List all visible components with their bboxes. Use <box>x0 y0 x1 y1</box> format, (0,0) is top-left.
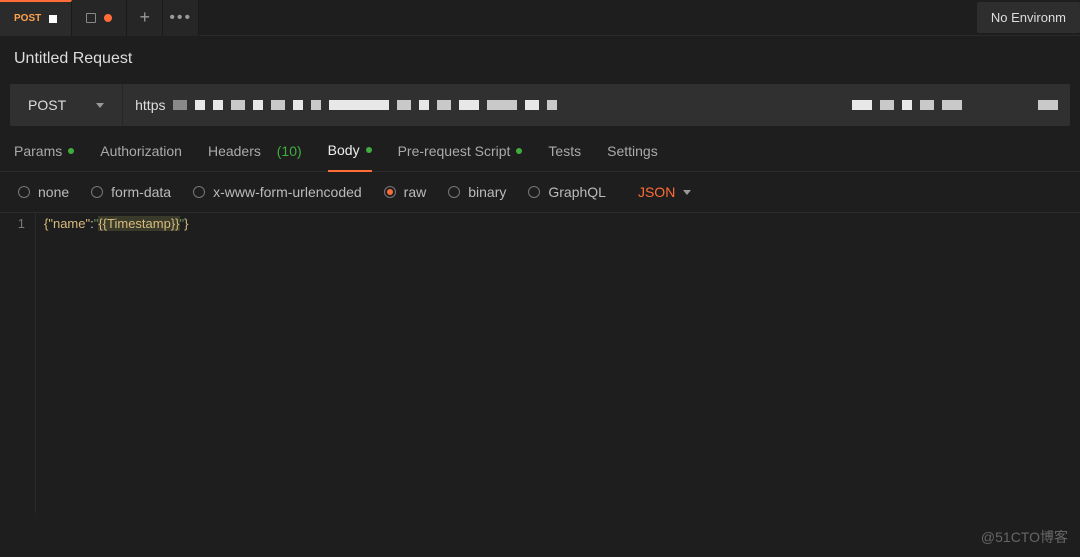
tab-options-button[interactable]: ••• <box>163 0 199 36</box>
tab-authorization-label: Authorization <box>100 143 182 159</box>
redacted-segment <box>311 100 321 110</box>
redacted-segment <box>920 100 934 110</box>
redacted-segment <box>271 100 285 110</box>
body-type-form-data[interactable]: form-data <box>91 184 171 200</box>
method-selected: POST <box>28 97 66 113</box>
headers-count: (10) <box>277 143 302 159</box>
tab-body[interactable]: Body <box>328 142 372 172</box>
body-type-none-label: none <box>38 184 69 200</box>
tab-body-label: Body <box>328 142 360 158</box>
body-editor[interactable]: 1 {"name":"{{Timestamp}}"} <box>0 213 1080 513</box>
request-title: Untitled Request <box>0 36 1080 84</box>
raw-language-label: JSON <box>638 184 675 200</box>
status-dot-icon <box>68 148 74 154</box>
redacted-segment <box>525 100 539 110</box>
request-tabs: Params Authorization Headers (10) Body P… <box>0 126 1080 172</box>
body-type-binary[interactable]: binary <box>448 184 506 200</box>
status-dot-icon <box>516 148 522 154</box>
status-dot-icon <box>366 147 372 153</box>
tab-headers[interactable]: Headers (10) <box>208 143 302 171</box>
code-variable: {{Timestamp}} <box>98 216 179 231</box>
request-icon <box>86 13 96 23</box>
redacted-segment <box>213 100 223 110</box>
tab-params-label: Params <box>14 143 62 159</box>
tab-settings[interactable]: Settings <box>607 143 658 171</box>
ellipsis-icon: ••• <box>169 9 192 27</box>
chevron-down-icon <box>683 190 691 195</box>
tab-tests-label: Tests <box>548 143 581 159</box>
plus-icon: + <box>139 7 150 28</box>
redacted-segment <box>902 100 912 110</box>
redacted-segment <box>852 100 872 110</box>
body-type-xwww-label: x-www-form-urlencoded <box>213 184 362 200</box>
new-tab-button[interactable]: + <box>127 0 163 36</box>
tab-actions: + ••• <box>127 0 199 36</box>
redacted-segment <box>942 100 962 110</box>
tab-headers-label: Headers <box>208 143 261 159</box>
body-type-xwww[interactable]: x-www-form-urlencoded <box>193 184 362 200</box>
body-type-none[interactable]: none <box>18 184 69 200</box>
tab-params[interactable]: Params <box>14 143 74 171</box>
body-type-binary-label: binary <box>468 184 506 200</box>
chevron-down-icon <box>96 103 104 108</box>
watermark: @51CTO博客 <box>981 527 1068 547</box>
redacted-segment <box>231 100 245 110</box>
radio-icon <box>18 186 30 198</box>
body-type-graphql[interactable]: GraphQL <box>528 184 606 200</box>
url-input[interactable]: https <box>123 84 1070 126</box>
tab-prerequest-label: Pre-request Script <box>398 143 511 159</box>
url-prefix: https <box>135 97 165 113</box>
tab-method-badge: POST <box>14 13 41 24</box>
unsaved-indicator-icon <box>49 15 57 23</box>
tab-settings-label: Settings <box>607 143 658 159</box>
tab-authorization[interactable]: Authorization <box>100 143 182 171</box>
code-key: "name" <box>48 216 90 231</box>
request-row: POST https <box>10 84 1070 126</box>
radio-selected-icon <box>384 186 396 198</box>
redacted-segment <box>547 100 557 110</box>
tab-prerequest[interactable]: Pre-request Script <box>398 143 523 171</box>
body-type-raw-label: raw <box>404 184 427 200</box>
radio-icon <box>91 186 103 198</box>
raw-language-dropdown[interactable]: JSON <box>638 184 691 200</box>
body-type-graphql-label: GraphQL <box>548 184 606 200</box>
method-dropdown[interactable]: POST <box>10 84 123 126</box>
redacted-segment <box>487 100 517 110</box>
redacted-segment <box>329 100 389 110</box>
environment-selector[interactable]: No Environm <box>977 2 1080 33</box>
body-type-form-data-label: form-data <box>111 184 171 200</box>
redacted-segment <box>195 100 205 110</box>
tab-request-2[interactable] <box>72 0 127 36</box>
redacted-segment <box>173 100 187 110</box>
code-brace: } <box>184 216 188 231</box>
redacted-segment <box>459 100 479 110</box>
radio-icon <box>448 186 460 198</box>
radio-icon <box>528 186 540 198</box>
environment-label: No Environm <box>991 10 1066 25</box>
redacted-segment <box>397 100 411 110</box>
tab-request-1[interactable]: POST <box>0 0 72 36</box>
redacted-segment <box>1038 100 1058 110</box>
tab-tests[interactable]: Tests <box>548 143 581 171</box>
redacted-segment <box>293 100 303 110</box>
redacted-segment <box>437 100 451 110</box>
redacted-segment <box>419 100 429 110</box>
tab-bar: POST + ••• No Environm <box>0 0 1080 36</box>
body-type-raw[interactable]: raw <box>384 184 427 200</box>
unsaved-dot-icon <box>104 14 112 22</box>
code-content[interactable]: {"name":"{{Timestamp}}"} <box>36 213 197 513</box>
redacted-segment <box>880 100 894 110</box>
redacted-segment <box>253 100 263 110</box>
body-type-selector: none form-data x-www-form-urlencoded raw… <box>0 172 1080 213</box>
line-number: 1 <box>18 216 25 231</box>
line-gutter: 1 <box>0 213 36 513</box>
radio-icon <box>193 186 205 198</box>
